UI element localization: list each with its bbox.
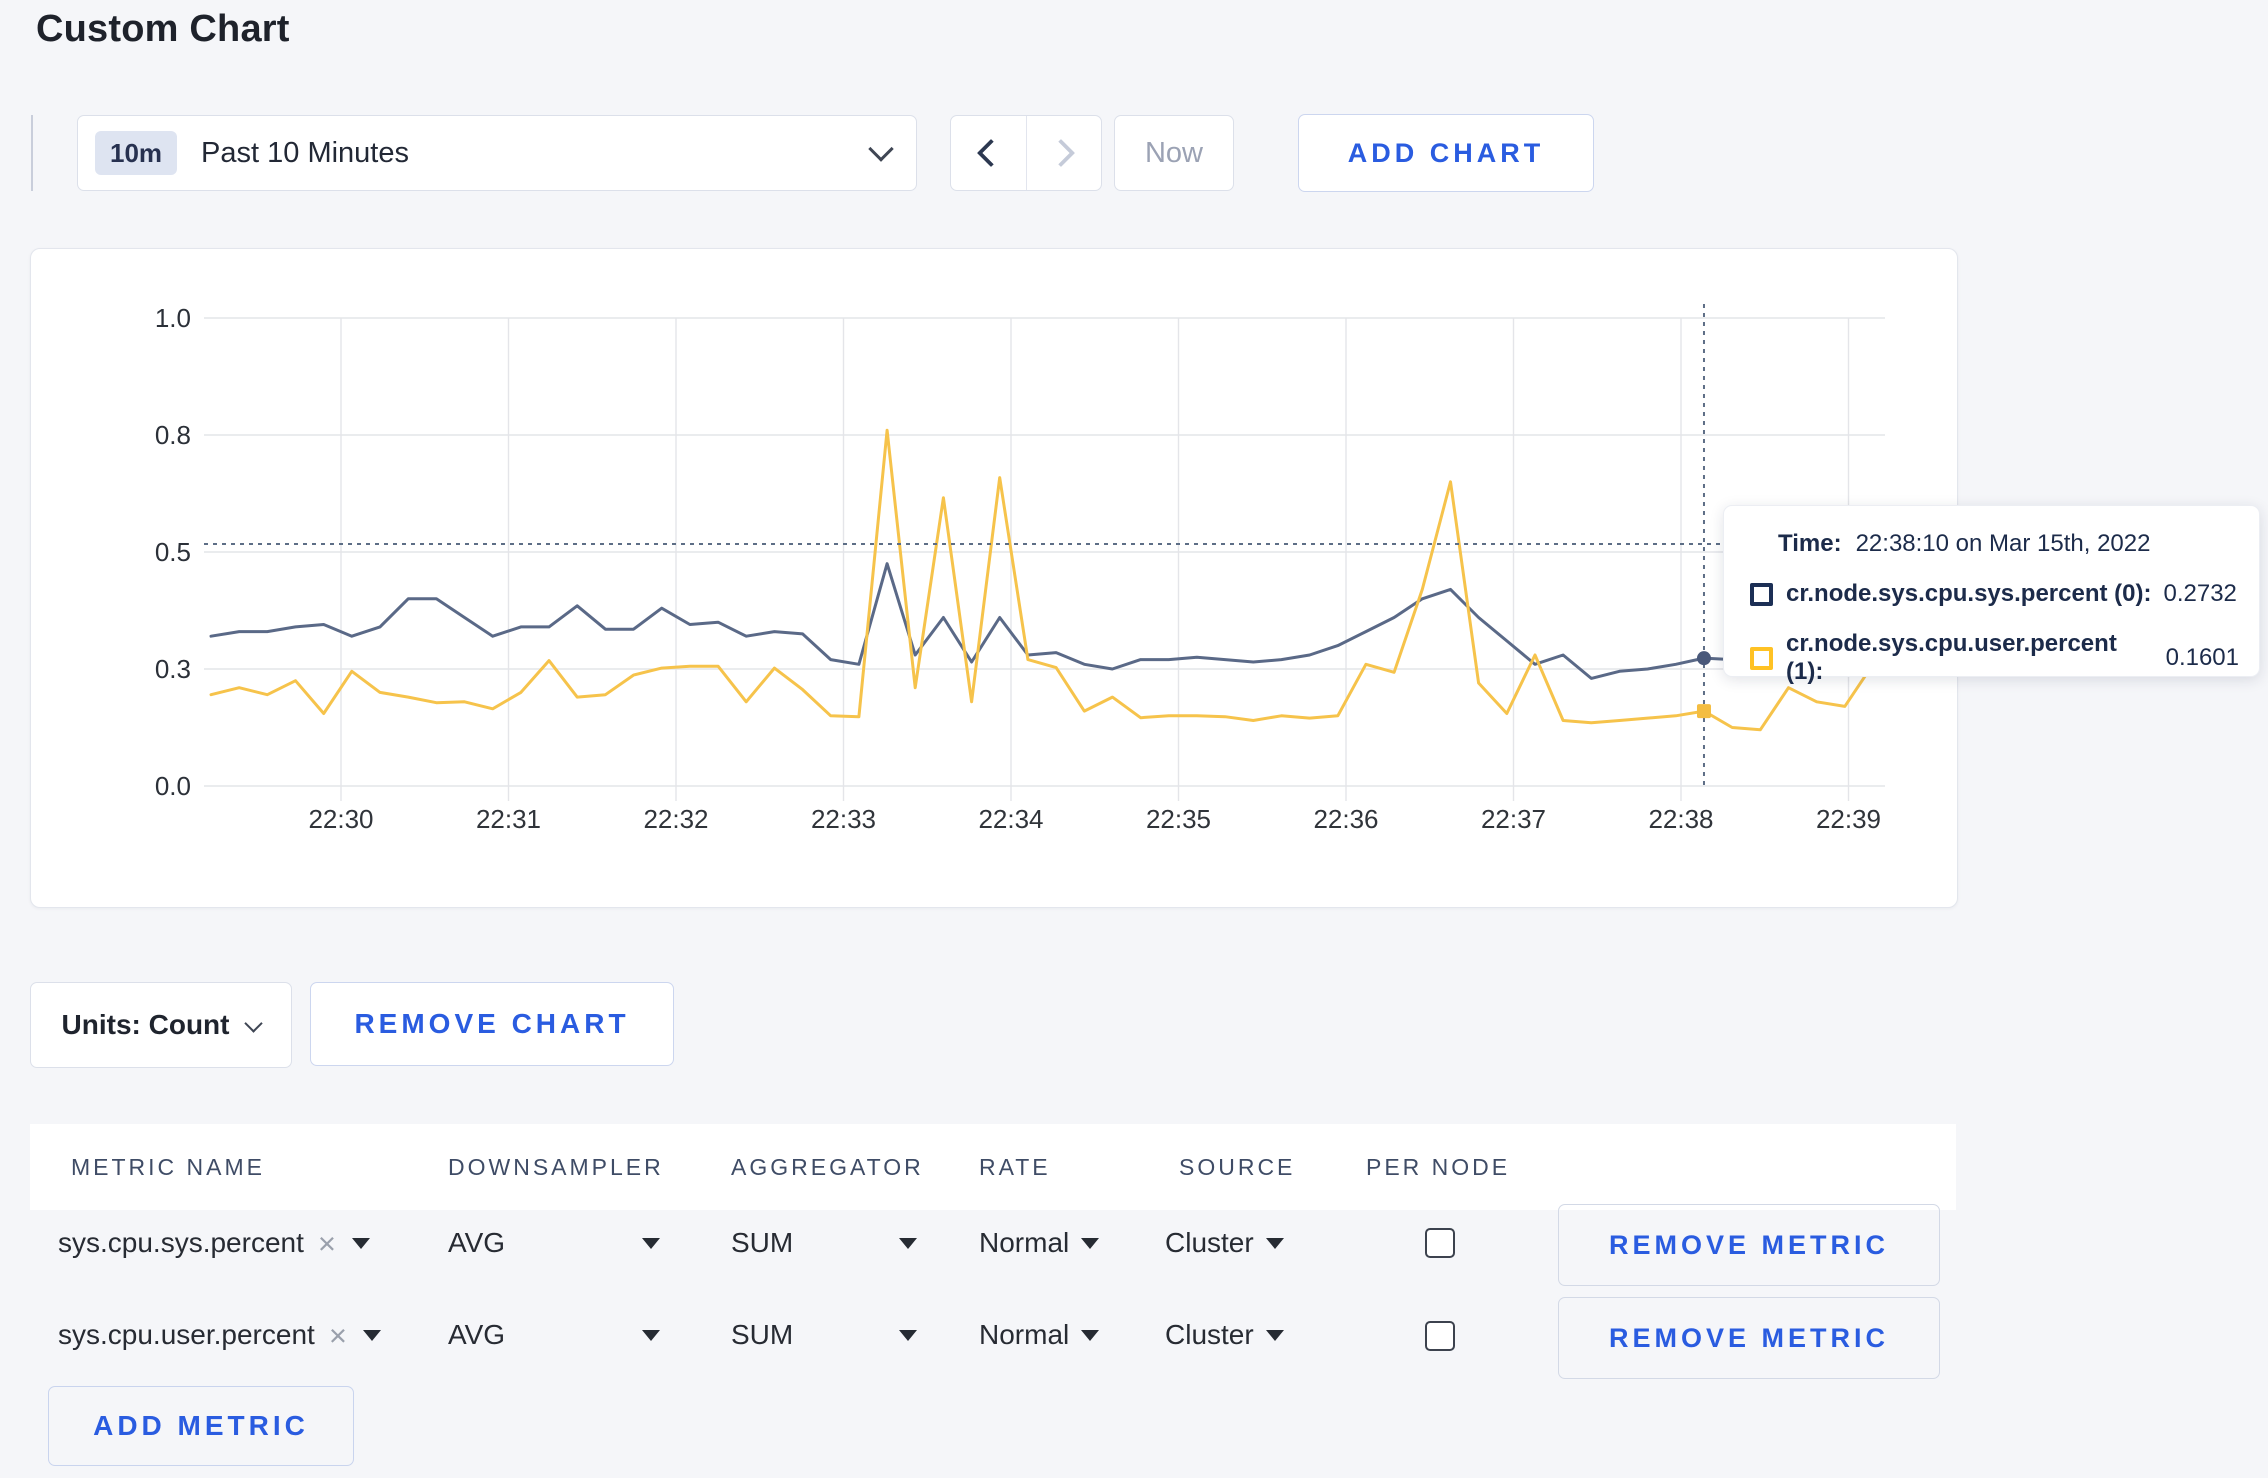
page-title: Custom Chart bbox=[36, 8, 290, 50]
source-dropdown[interactable]: Cluster bbox=[1165, 1227, 1284, 1259]
svg-text:22:31: 22:31 bbox=[476, 804, 541, 834]
metric-name-dropdown[interactable]: sys.cpu.user.percent × bbox=[58, 1319, 381, 1351]
svg-text:22:30: 22:30 bbox=[308, 804, 373, 834]
tooltip-series-row: cr.node.sys.cpu.sys.percent (0): 0.2732 bbox=[1750, 580, 2239, 608]
tooltip-series-row: cr.node.sys.cpu.user.percent (1): 0.1601 bbox=[1750, 630, 2239, 686]
remove-metric-button[interactable]: REMOVE METRIC bbox=[1558, 1297, 1940, 1379]
tooltip-series-label: cr.node.sys.cpu.user.percent (1): bbox=[1786, 630, 2117, 685]
aggregator-dropdown[interactable]: SUM bbox=[731, 1319, 917, 1351]
svg-text:22:35: 22:35 bbox=[1146, 804, 1211, 834]
per-node-checkbox[interactable] bbox=[1425, 1321, 1455, 1351]
svg-text:22:38: 22:38 bbox=[1648, 804, 1713, 834]
now-button[interactable]: Now bbox=[1114, 115, 1234, 191]
clear-metric-icon[interactable]: × bbox=[318, 1228, 336, 1259]
aggregator-dropdown[interactable]: SUM bbox=[731, 1227, 917, 1259]
downsampler-dropdown[interactable]: AVG bbox=[448, 1227, 660, 1259]
tooltip-time-row: Time: 22:38:10 on Mar 15th, 2022 bbox=[1778, 530, 2239, 558]
svg-text:1.0: 1.0 bbox=[155, 303, 191, 333]
add-chart-button[interactable]: ADD CHART bbox=[1298, 114, 1594, 192]
dropdown-caret-icon bbox=[1265, 1237, 1284, 1249]
tooltip-series-value: 0.1601 bbox=[2165, 644, 2239, 671]
tooltip-time-value: 22:38:10 on Mar 15th, 2022 bbox=[1855, 530, 2151, 557]
chevron-right-icon bbox=[1046, 138, 1075, 168]
series-user-swatch-icon bbox=[1750, 646, 1773, 670]
col-header-metric-name: METRIC NAME bbox=[71, 1154, 265, 1180]
dropdown-caret-icon bbox=[1081, 1329, 1100, 1341]
source-value: Cluster bbox=[1165, 1319, 1254, 1350]
add-metric-button[interactable]: ADD METRIC bbox=[48, 1386, 354, 1466]
dropdown-caret-icon bbox=[1081, 1237, 1100, 1249]
aggregator-value: SUM bbox=[731, 1227, 794, 1258]
metric-name-value: sys.cpu.user.percent bbox=[58, 1319, 315, 1350]
dropdown-caret-icon bbox=[642, 1329, 660, 1341]
rate-value: Normal bbox=[979, 1227, 1070, 1258]
svg-text:0.8: 0.8 bbox=[155, 420, 191, 450]
col-header-rate: RATE bbox=[979, 1154, 1051, 1180]
col-header-source: SOURCE bbox=[1179, 1154, 1296, 1180]
per-node-checkbox[interactable] bbox=[1425, 1228, 1455, 1258]
chart-tooltip: Time: 22:38:10 on Mar 15th, 2022 cr.node.… bbox=[1723, 505, 2260, 685]
chevron-down-icon bbox=[868, 136, 894, 162]
dropdown-caret-icon[interactable] bbox=[362, 1329, 381, 1341]
time-window-selector[interactable]: 10m Past 10 Minutes bbox=[77, 115, 917, 191]
dropdown-caret-icon bbox=[1265, 1329, 1284, 1341]
clear-metric-icon[interactable]: × bbox=[329, 1320, 347, 1351]
metrics-table-header: METRIC NAME DOWNSAMPLER AGGREGATOR RATE … bbox=[30, 1124, 1956, 1210]
dropdown-caret-icon bbox=[899, 1237, 917, 1249]
col-header-per-node: PER NODE bbox=[1366, 1154, 1511, 1180]
dropdown-caret-icon bbox=[642, 1237, 660, 1249]
time-window-label: Past 10 Minutes bbox=[201, 136, 409, 169]
rate-dropdown[interactable]: Normal bbox=[979, 1319, 1100, 1351]
series-sys-swatch-icon bbox=[1750, 582, 1773, 606]
svg-text:0.5: 0.5 bbox=[155, 537, 191, 567]
dropdown-caret-icon[interactable] bbox=[351, 1237, 370, 1249]
col-header-downsampler: DOWNSAMPLER bbox=[448, 1154, 664, 1180]
remove-metric-button[interactable]: REMOVE METRIC bbox=[1558, 1204, 1940, 1286]
downsampler-value: AVG bbox=[448, 1319, 506, 1350]
svg-text:22:34: 22:34 bbox=[978, 804, 1043, 834]
aggregator-value: SUM bbox=[731, 1319, 794, 1350]
time-window-badge: 10m bbox=[95, 131, 178, 175]
chart-panel: 0.0 0.3 0.5 0.8 1.0 22:30 22:31 22:32 22:33 22:34… bbox=[30, 248, 1958, 908]
chevron-down-icon bbox=[244, 1013, 264, 1033]
svg-text:22:37: 22:37 bbox=[1481, 804, 1546, 834]
remove-chart-button[interactable]: REMOVE CHART bbox=[310, 982, 674, 1066]
svg-text:0.3: 0.3 bbox=[155, 654, 191, 684]
units-selector[interactable]: Units: Count bbox=[30, 982, 292, 1068]
svg-text:22:33: 22:33 bbox=[811, 804, 876, 834]
metric-name-dropdown[interactable]: sys.cpu.sys.percent × bbox=[58, 1227, 370, 1259]
source-dropdown[interactable]: Cluster bbox=[1165, 1319, 1284, 1351]
tooltip-series-label: cr.node.sys.cpu.sys.percent (0): bbox=[1786, 580, 2152, 607]
tooltip-time-label: Time: bbox=[1778, 530, 1842, 557]
svg-text:22:39: 22:39 bbox=[1816, 804, 1881, 834]
svg-text:22:36: 22:36 bbox=[1313, 804, 1378, 834]
tooltip-series-value: 0.2732 bbox=[2163, 580, 2237, 607]
rate-value: Normal bbox=[979, 1319, 1070, 1350]
dropdown-caret-icon bbox=[899, 1329, 917, 1341]
svg-text:22:32: 22:32 bbox=[643, 804, 708, 834]
chart-svg[interactable]: 0.0 0.3 0.5 0.8 1.0 22:30 22:31 22:32 22:33 22:34… bbox=[31, 249, 1957, 907]
units-label: Units: Count bbox=[61, 1009, 230, 1040]
next-time-button[interactable] bbox=[1025, 116, 1102, 190]
downsampler-value: AVG bbox=[448, 1227, 506, 1258]
svg-text:0.0: 0.0 bbox=[155, 771, 191, 801]
prev-time-button[interactable] bbox=[951, 116, 1026, 190]
rate-dropdown[interactable]: Normal bbox=[979, 1227, 1100, 1259]
source-value: Cluster bbox=[1165, 1227, 1254, 1258]
chevron-left-icon bbox=[977, 138, 1006, 168]
col-header-aggregator: AGGREGATOR bbox=[731, 1154, 924, 1180]
toolbar-left-divider bbox=[31, 115, 33, 191]
time-nav-group bbox=[950, 115, 1102, 191]
metric-name-value: sys.cpu.sys.percent bbox=[58, 1227, 304, 1258]
downsampler-dropdown[interactable]: AVG bbox=[448, 1319, 660, 1351]
